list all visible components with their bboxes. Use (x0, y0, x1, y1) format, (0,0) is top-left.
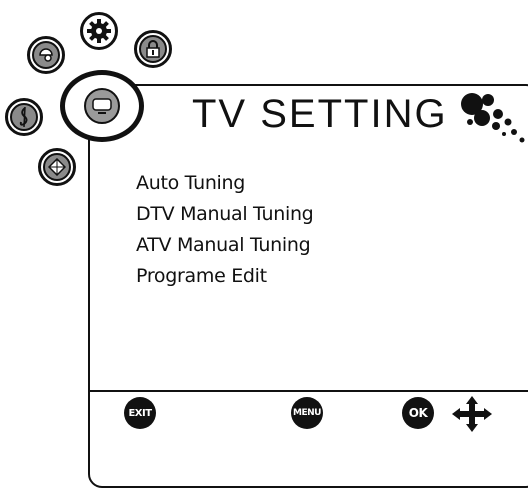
ok-button[interactable]: OK (402, 397, 434, 429)
menu-item-auto-tuning[interactable]: Auto Tuning (136, 168, 313, 199)
lock-icon[interactable] (134, 30, 172, 68)
exit-button[interactable]: EXIT (124, 397, 156, 429)
picture-icon[interactable] (27, 36, 65, 74)
menu-button[interactable]: MENU (291, 397, 323, 429)
music-icon[interactable] (5, 98, 43, 136)
tv-icon[interactable] (60, 70, 144, 142)
page-title: TV SETTING (192, 92, 448, 136)
channel-icon[interactable] (38, 148, 76, 186)
navigation-arrows-icon (452, 396, 492, 432)
tv-setting-menu: Auto Tuning DTV Manual Tuning ATV Manual… (136, 168, 314, 292)
bubbles-decoration (461, 93, 525, 143)
menu-item-dtv-manual-tuning[interactable]: DTV Manual Tuning (136, 199, 314, 230)
menu-item-programe-edit[interactable]: Programe Edit (136, 261, 313, 292)
gear-icon[interactable] (80, 12, 118, 50)
menu-item-atv-manual-tuning[interactable]: ATV Manual Tuning (136, 230, 313, 261)
footer-divider (90, 390, 528, 392)
